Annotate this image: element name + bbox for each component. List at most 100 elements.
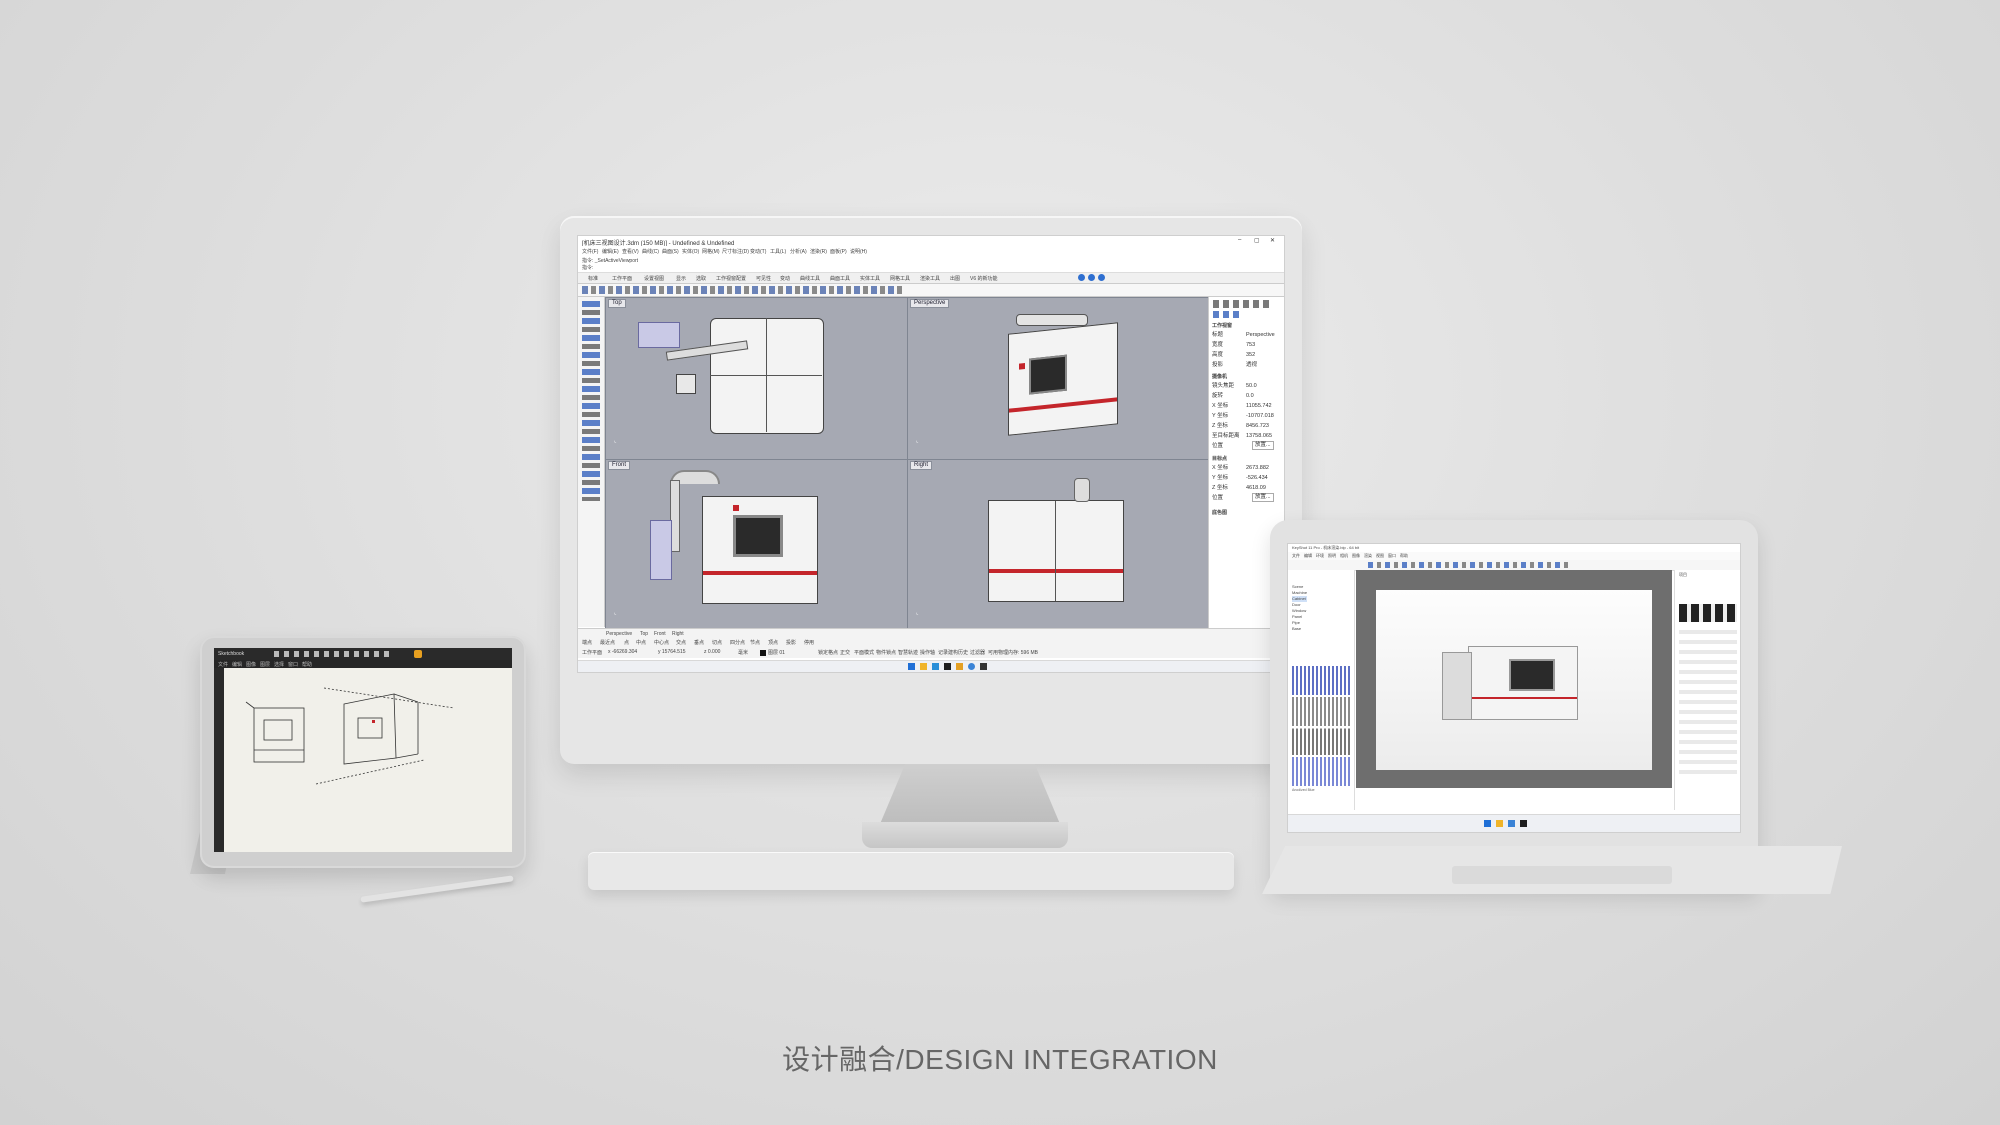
osnap-mid[interactable]: 中点	[636, 639, 646, 646]
menu-help[interactable]: 帮助	[302, 661, 312, 668]
property-sliders[interactable]	[1679, 630, 1737, 780]
osnap-project[interactable]: 投影	[786, 639, 796, 646]
tab-new-in-v6[interactable]: V6 的新功能	[970, 275, 998, 282]
osnap-point[interactable]: 点	[624, 639, 629, 646]
maximize-icon[interactable]: ▢	[1254, 237, 1260, 244]
viewport-right-label[interactable]: Right	[910, 461, 933, 470]
vp-tab-front[interactable]: Front	[654, 631, 666, 637]
viewport-top[interactable]: Top ⌞	[605, 297, 908, 460]
app-icon[interactable]	[1508, 820, 1515, 827]
app-icon[interactable]	[932, 663, 939, 670]
keyshot-icon[interactable]	[1520, 820, 1527, 827]
brush-tools-icon[interactable]	[274, 651, 394, 657]
tab-solid-tools[interactable]: 实体工具	[860, 275, 880, 282]
color-swatch-icon[interactable]	[414, 650, 422, 658]
nav-help-icon[interactable]	[1098, 274, 1105, 281]
viewport-perspective[interactable]: Perspective ⌞	[907, 297, 1209, 460]
material-thumbnails[interactable]	[1292, 666, 1350, 786]
tab-display[interactable]: 显示	[676, 275, 686, 282]
status-filter[interactable]: 过滤器	[970, 649, 985, 656]
osnap-disable[interactable]: 停用	[804, 639, 814, 646]
osnap-end[interactable]: 端点	[582, 639, 592, 646]
panel-mode-icon[interactable]	[1213, 311, 1243, 318]
camera-thumbnails[interactable]	[1679, 604, 1737, 622]
tab-viewport-layout[interactable]: 工作视窗配置	[716, 275, 746, 282]
status-osnap[interactable]: 物件锁点	[876, 649, 896, 656]
menu-transform[interactable]: 变动(T)	[750, 248, 766, 255]
minimize-icon[interactable]: –	[1238, 237, 1241, 243]
status-cplane[interactable]: 工作平面	[582, 649, 602, 656]
sketch-side-tools[interactable]	[214, 668, 224, 852]
status-planar[interactable]: 平面模式	[854, 649, 874, 656]
status-history[interactable]: 记录建构历史	[938, 649, 968, 656]
osnap-tan[interactable]: 切点	[712, 639, 722, 646]
menu-camera[interactable]: 相机	[1340, 553, 1348, 559]
osnap-perp[interactable]: 垂点	[694, 639, 704, 646]
prop-row[interactable]: Z 坐标 8456.723	[1212, 421, 1284, 431]
menu-curve[interactable]: 曲线(C)	[642, 248, 659, 255]
render-viewport[interactable]	[1356, 570, 1672, 788]
tab-set-view[interactable]: 设置视图	[644, 275, 664, 282]
viewport-top-label[interactable]: Top	[608, 299, 626, 308]
tab-cplanes[interactable]: 工作平面	[612, 275, 632, 282]
osnap-quad[interactable]: 四分点	[730, 639, 745, 646]
browser-icon[interactable]	[968, 663, 975, 670]
tab-select[interactable]: 选取	[696, 275, 706, 282]
prop-row[interactable]: X 坐标 2673.882	[1212, 463, 1284, 473]
menu-environment[interactable]: 环境	[1316, 553, 1324, 559]
tab-standard[interactable]: 标准	[588, 275, 598, 282]
prop-row[interactable]: Y 坐标 -526.434	[1212, 473, 1284, 483]
menu-image[interactable]: 图像	[246, 661, 256, 668]
prop-row[interactable]: X 坐标 11055.742	[1212, 401, 1284, 411]
place-button[interactable]: 位置 放置...	[1212, 493, 1284, 503]
tab-drafting[interactable]: 出图	[950, 275, 960, 282]
nav-back-icon[interactable]	[1078, 274, 1085, 281]
tab-render-tools[interactable]: 渲染工具	[920, 275, 940, 282]
scene-tree[interactable]: Scene Machine Cabinet Door Window Panel …	[1292, 584, 1308, 632]
menu-edit[interactable]: 编辑(E)	[602, 248, 619, 255]
menu-edit[interactable]: 编辑	[1304, 553, 1312, 559]
app-icon[interactable]	[944, 663, 951, 670]
toolbar-buttons-icon[interactable]	[582, 286, 902, 294]
menu-view[interactable]: 查看(V)	[622, 248, 639, 255]
menu-tools[interactable]: 工具(L)	[770, 248, 786, 255]
place-button[interactable]: 位置 放置...	[1212, 441, 1284, 451]
status-layer[interactable]: 图层 01	[768, 649, 785, 656]
menu-lighting[interactable]: 照明	[1328, 553, 1336, 559]
vp-tab-right[interactable]: Right	[672, 631, 684, 637]
prop-row[interactable]: 镜头焦距 50.0	[1212, 381, 1284, 391]
menu-solid[interactable]: 实体(O)	[682, 248, 699, 255]
menu-window[interactable]: 窗口	[288, 661, 298, 668]
osnap-vertex[interactable]: 顶点	[768, 639, 778, 646]
osnap-int[interactable]: 交点	[676, 639, 686, 646]
explorer-icon[interactable]	[1496, 820, 1503, 827]
prop-row[interactable]: 高度 352	[1212, 350, 1284, 360]
sketch-canvas[interactable]	[224, 668, 512, 852]
modeling-tools-icon[interactable]	[582, 301, 600, 501]
status-smarttrack[interactable]: 智慧轨迹	[898, 649, 918, 656]
prop-row[interactable]: 宽度 753	[1212, 340, 1284, 350]
prop-row[interactable]: Y 坐标 -10707.018	[1212, 411, 1284, 421]
viewport-perspective-label[interactable]: Perspective	[910, 299, 950, 308]
prop-row[interactable]: 标题 Perspective	[1212, 330, 1284, 340]
prop-row[interactable]: 旋转 0.0	[1212, 391, 1284, 401]
menu-edit[interactable]: 编辑	[232, 661, 242, 668]
vp-tab-top[interactable]: Top	[640, 631, 648, 637]
viewport-front-label[interactable]: Front	[608, 461, 631, 470]
tab-transform[interactable]: 变动	[780, 275, 790, 282]
menu-mesh[interactable]: 网格(M)	[702, 248, 720, 255]
menu-view[interactable]: 视图	[1376, 553, 1384, 559]
menu-file[interactable]: 文件	[218, 661, 228, 668]
osnap-center[interactable]: 中心点	[654, 639, 669, 646]
prop-row[interactable]: 至目标距离 13758.065	[1212, 431, 1284, 441]
status-gumball[interactable]: 操作轴	[920, 649, 935, 656]
menu-select[interactable]: 选择	[274, 661, 284, 668]
keyshot-tools-icon[interactable]	[1368, 562, 1568, 568]
app-icon[interactable]	[956, 663, 963, 670]
command-prompt[interactable]: 指令:	[582, 264, 593, 271]
osnap-near[interactable]: 最近点	[600, 639, 615, 646]
menu-file[interactable]: 文件(F)	[582, 248, 598, 255]
menu-help[interactable]: 说明(H)	[850, 248, 867, 255]
prop-row[interactable]: 投影 透视	[1212, 360, 1284, 370]
menu-image[interactable]: 图像	[1352, 553, 1360, 559]
